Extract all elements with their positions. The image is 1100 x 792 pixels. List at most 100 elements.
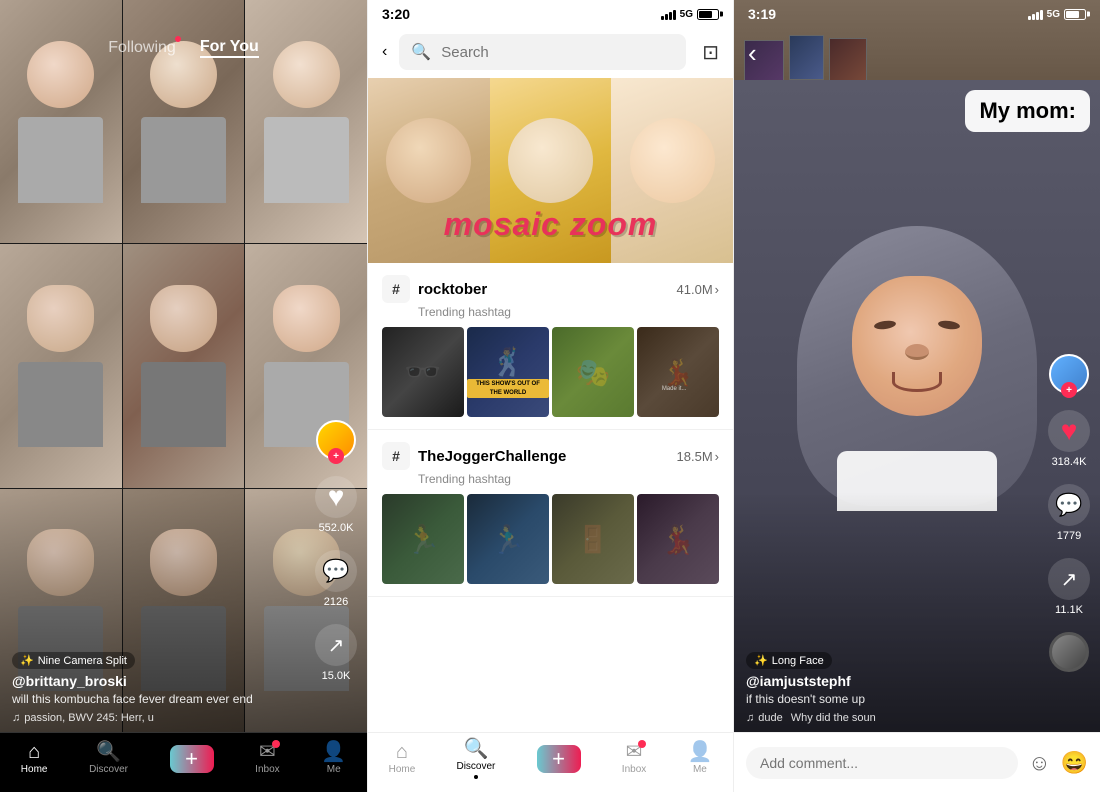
panel2-mosaic-banner[interactable]: mosaic zoom — [368, 78, 733, 263]
panel1-nav-inbox[interactable]: ✉ Inbox — [255, 742, 279, 775]
panel2-nav-discover[interactable]: 🔍 Discover — [456, 739, 495, 779]
panel2-thumb-5: 🏃 — [382, 494, 464, 584]
panel3-nose — [905, 344, 929, 360]
music-note-icon-1: ♫ — [12, 712, 20, 724]
panel2-inbox-notification-dot — [638, 740, 646, 748]
panel2-rocktober-videos: 🕶️ 🕺 THIS SHOW'S OUT OF THE WORLD 🎭 — [382, 327, 719, 417]
panel3-mymom-bubble: My mom: — [965, 90, 1090, 132]
panel3-person-bg — [734, 80, 1100, 732]
panel3-signal — [1028, 9, 1043, 20]
panel2-jogger-header: # TheJoggerChallenge 18.5M › — [382, 442, 719, 470]
panel1-nav-discover[interactable]: 🔍 Discover — [89, 742, 128, 775]
panel3-effect-badge: ✨ Long Face — [746, 652, 832, 669]
panel3-like-btn[interactable]: ♥ 318.4K — [1048, 410, 1090, 468]
panel1-discover-icon: 🔍 — [96, 742, 121, 762]
panel3-avatar-btn[interactable]: + — [1049, 354, 1089, 394]
panel1-nav-me[interactable]: 👤 Me — [321, 742, 346, 775]
panel2-back-arrow[interactable]: ‹ — [382, 43, 387, 61]
panel1-nine-split-grid[interactable] — [0, 0, 367, 732]
panel1-like-icon-container: ♥ — [315, 476, 357, 518]
panel2-create-icon: + — [552, 746, 565, 772]
chevron-right-icon-2: › — [715, 449, 719, 464]
panel3-mouth — [892, 372, 942, 392]
panel2-thumb-6: 🏃‍♂️ — [467, 494, 549, 584]
panel2-home-icon: ⌂ — [396, 742, 408, 762]
panel2-signal — [661, 9, 676, 20]
music-note-icon-3: ♫ — [746, 712, 754, 724]
panel1-top-nav: Following For You — [0, 38, 367, 58]
panel3-status-bar: 3:19 5G — [734, 0, 1100, 26]
panel2-jogger-sub: Trending hashtag — [418, 472, 719, 486]
panel2-network: 5G — [680, 9, 693, 20]
panel1-username[interactable]: @brittany_broski — [12, 673, 307, 689]
panel3-follow-plus: + — [1061, 382, 1077, 398]
panel2-nav-home[interactable]: ⌂ Home — [389, 742, 416, 775]
panel2-rocktober-name: rocktober — [418, 281, 487, 298]
panel2-discover-dot — [474, 775, 478, 779]
panel2-scan-icon[interactable]: ⊡ — [702, 40, 719, 65]
panel2-jogger-title-row: # TheJoggerChallenge — [382, 442, 566, 470]
panel3-sticker-button[interactable]: 😄 — [1061, 750, 1088, 776]
panel1-comment-count: 2126 — [324, 596, 348, 608]
panel1-share-btn[interactable]: ↗ 15.0K — [315, 624, 357, 682]
panel1-follow-plus: + — [328, 448, 344, 464]
panel1-nav-home[interactable]: ⌂ Home — [21, 742, 48, 775]
panel3-music-label: dude — [758, 712, 782, 724]
panel1-heart-icon: ♥ — [328, 481, 345, 513]
panel1-create-button[interactable]: + — [170, 745, 214, 773]
grid-cell-2 — [123, 0, 245, 243]
panel1-inbox-notification-dot — [272, 740, 280, 748]
panel2-create-button[interactable]: + — [537, 745, 581, 773]
panel2-rocktober-symbol: # — [382, 275, 410, 303]
panel2-nav-create[interactable]: + — [537, 745, 581, 773]
panel1-nav-following[interactable]: Following — [108, 39, 176, 57]
panel2-thumb-7: 🚪 — [552, 494, 634, 584]
panel2-time: 3:20 — [382, 6, 410, 22]
panel2-bottom-nav: ⌂ Home 🔍 Discover + ✉ Inbox 👤 Me — [368, 732, 733, 792]
panel2-search-input[interactable] — [441, 44, 674, 61]
panel1-share-count: 15.0K — [322, 670, 351, 682]
sparkle-icon-3: ✨ — [754, 654, 768, 667]
panel3-back-button[interactable]: ‹ — [748, 40, 757, 66]
panel2-hashtag-rocktober[interactable]: # rocktober 41.0M › Trending hashtag 🕶️ … — [368, 263, 733, 430]
panel1-avatar-btn[interactable]: + — [316, 420, 356, 460]
panel2-inbox-label: Inbox — [622, 764, 646, 775]
panel3-person-figure — [797, 226, 1037, 506]
panel1-following-label: Following — [108, 39, 176, 56]
panel3-comment-bar: ☺ 😄 — [734, 732, 1100, 792]
panel2-jogger-count: 18.5M › — [677, 449, 719, 464]
panel3-comment-count: 1779 — [1057, 530, 1081, 542]
panel2-thumb-1: 🕶️ — [382, 327, 464, 417]
panel2-search-bar[interactable]: 🔍 — [399, 34, 686, 70]
panel1-comment-btn[interactable]: 💬 2126 — [315, 550, 357, 608]
panel2-hashtag-jogger[interactable]: # TheJoggerChallenge 18.5M › Trending ha… — [368, 430, 733, 597]
panel3-comment-input[interactable] — [746, 747, 1018, 779]
panel1-like-btn[interactable]: ♥ 552.0K — [315, 476, 357, 534]
grid-cell-3 — [245, 0, 367, 243]
panel1-foryou-label[interactable]: For You — [200, 38, 259, 58]
panel1-discover-label: Discover — [89, 764, 128, 775]
panel2-search-icon: 🔍 — [411, 42, 431, 62]
panel1-comment-icon: 💬 — [322, 558, 349, 584]
panel3-comment-btn[interactable]: 💬 1779 — [1048, 484, 1090, 542]
panel3-music-avatar-btn[interactable] — [1049, 632, 1089, 672]
panel2-status-bar: 3:20 5G — [368, 0, 733, 26]
panel3-share-btn[interactable]: ↗ 11.1K — [1048, 558, 1090, 616]
panel3-emoji-button[interactable]: ☺ — [1028, 750, 1050, 776]
panel2-inbox-badge: ✉ — [626, 742, 643, 762]
panel3-face — [852, 276, 982, 416]
panel2-jogger-symbol: # — [382, 442, 410, 470]
panel1-like-count: 552.0K — [319, 522, 354, 534]
panel2-nav-me[interactable]: 👤 Me — [687, 742, 712, 775]
panel-1-tiktok-feed: 3:22 5G Following For You — [0, 0, 367, 792]
panel2-rocktober-header: # rocktober 41.0M › — [382, 275, 719, 303]
panel3-like-icon-container: ♥ — [1048, 410, 1090, 452]
panel2-nav-inbox[interactable]: ✉ Inbox — [622, 742, 646, 775]
chevron-right-icon-1: › — [715, 282, 719, 297]
panel3-username[interactable]: @iamjuststephf — [746, 673, 1040, 689]
panel3-time: 3:19 — [748, 6, 776, 22]
panel1-home-label: Home — [21, 764, 48, 775]
panel1-nav-create[interactable]: + — [170, 745, 214, 773]
panel1-bottom-nav: ⌂ Home 🔍 Discover + ✉ Inbox 👤 Me — [0, 732, 367, 792]
panel3-video-info: ✨ Long Face @iamjuststephf if this doesn… — [746, 651, 1040, 724]
